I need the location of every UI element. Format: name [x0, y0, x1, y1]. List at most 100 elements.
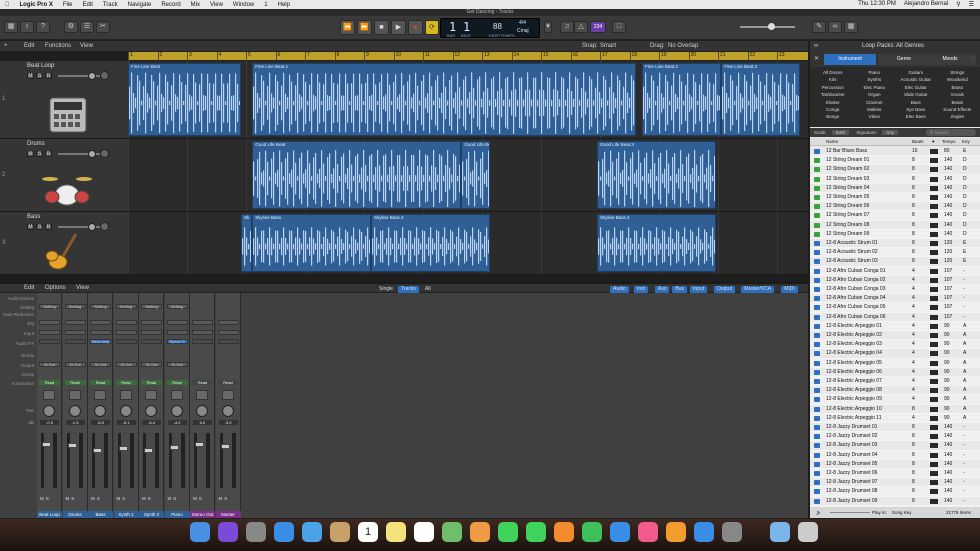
audio-fx-slot[interactable]	[192, 339, 213, 344]
keyword-button[interactable]: Brass	[937, 84, 979, 91]
solo-button[interactable]: S	[199, 496, 202, 501]
replace-icon[interactable]: □	[612, 21, 626, 33]
mute-button[interactable]: M	[27, 224, 34, 230]
volume-fader[interactable]	[194, 433, 204, 488]
loop-row[interactable]: 12-8 Electric Arpeggio 05 4 90 A	[810, 358, 980, 368]
volume-readout[interactable]: -0.5	[40, 420, 59, 425]
pan-knob[interactable]	[94, 405, 106, 417]
menu-view[interactable]: View	[205, 2, 228, 8]
automation-mode[interactable]: Read	[64, 380, 86, 385]
mute-button[interactable]: M	[193, 496, 197, 501]
setting-button[interactable]: Setting	[39, 304, 60, 309]
loop-row[interactable]: 12-8 Electric Arpeggio 08 4 90 A	[810, 386, 980, 396]
loop-browser-icon[interactable]: ∞	[828, 21, 842, 33]
audio-fx-slot[interactable]: Space D	[166, 339, 188, 344]
loop-row[interactable]: 12 String Dream 06 8 140 D	[810, 202, 980, 212]
loop-row[interactable]: 12-8 Jazzy Drumset 09 8 140 -	[810, 497, 980, 506]
photos-icon[interactable]	[470, 522, 490, 542]
menu-edit[interactable]: Edit	[78, 2, 98, 8]
track-name[interactable]: Beat Loop	[27, 63, 54, 69]
loop-row[interactable]: 12-8 Acoustic Strum 03 8 120 E	[810, 257, 980, 267]
mixer-icon[interactable]: ☰	[80, 21, 94, 33]
favorite-checkbox[interactable]	[930, 213, 938, 219]
fader-cap[interactable]	[169, 444, 179, 450]
keyword-button[interactable]: Vocals	[937, 91, 979, 98]
mixer-tracks-button[interactable]: Tracks	[398, 286, 419, 293]
system-preferences-icon[interactable]	[722, 522, 742, 542]
keyword-button[interactable]: Sound Effects	[937, 106, 979, 113]
keyword-button[interactable]: Clavinet	[854, 99, 896, 106]
mixer-filter-input[interactable]: Input	[690, 286, 708, 293]
loop-row[interactable]: 12-8 Acoustic Strum 01 8 120 E	[810, 239, 980, 249]
solo-button[interactable]: S	[122, 496, 125, 501]
col-beats[interactable]: Beats	[912, 138, 924, 146]
app-store-icon[interactable]	[694, 522, 714, 542]
favorite-checkbox[interactable]	[930, 259, 938, 265]
pan-knob[interactable]	[119, 405, 132, 417]
timeline-ruler[interactable]: 1 2 3 4 5 6 7 8 9 10 11 12 13 14 15 16 17 18 19 20 21 22 23	[128, 52, 808, 61]
channel-name[interactable]: Piano	[164, 511, 190, 518]
track-name[interactable]: Drums	[27, 141, 45, 147]
fader-cap[interactable]	[118, 445, 128, 451]
channel-name[interactable]: Bass	[88, 511, 113, 518]
volume-fader[interactable]	[143, 433, 153, 488]
keyword-button[interactable]: Percussion	[812, 84, 854, 91]
keyword-button[interactable]: Kits	[812, 76, 854, 83]
audio-region[interactable]: Fine Line Beat	[128, 63, 241, 136]
loop-row[interactable]: 12-8 Electric Arpeggio 01 4 90 A	[810, 321, 980, 331]
favorite-checkbox[interactable]	[930, 296, 938, 302]
tab-genre[interactable]: Genre	[878, 54, 930, 65]
master-volume-knob[interactable]	[768, 23, 775, 30]
setting-button[interactable]: Setting	[115, 304, 137, 309]
loop-row[interactable]: 12-8 Electric Arpeggio 07 4 90 A	[810, 377, 980, 387]
track-volume-knob[interactable]	[88, 72, 96, 80]
favorite-checkbox[interactable]	[930, 323, 938, 329]
keyword-button[interactable]: Bongo	[812, 113, 854, 120]
solo-button[interactable]: S	[71, 496, 74, 501]
solo-button[interactable]: S	[97, 496, 100, 501]
contacts-icon[interactable]	[330, 522, 350, 542]
loop-row[interactable]: 12 String Dream 08 8 140 D	[810, 221, 980, 230]
track-lane[interactable]: Sk Skyline Bass Skyline Bass.3 Skyline Bass…	[128, 212, 808, 275]
keyword-button[interactable]: Vibes	[854, 113, 896, 120]
volume-readout[interactable]: -1.5	[65, 420, 85, 425]
lcd-display[interactable]: 1 1 BAR BEAT 88 KEEP TEMPO 4/4 Cmaj	[440, 18, 540, 38]
setting-button[interactable]: Setting	[90, 304, 111, 309]
menu-navigate[interactable]: Navigate	[123, 2, 157, 8]
keyword-button[interactable]: Strings	[937, 69, 979, 76]
automation-mode[interactable]: Read	[192, 380, 213, 385]
audio-region[interactable]: Skyline Bass.3	[370, 214, 490, 272]
info-icon[interactable]: i	[20, 21, 34, 33]
cycle-button[interactable]: ⟳	[425, 20, 439, 35]
favorite-checkbox[interactable]	[930, 222, 938, 228]
track-volume-knob[interactable]	[88, 150, 96, 158]
loop-row[interactable]: 12-8 Electric Arpeggio 06 4 90 A	[810, 368, 980, 377]
volume-readout[interactable]: -5.1	[116, 420, 136, 425]
loop-row[interactable]: 12-8 Afro Cuban Conga 05 4 107 -	[810, 303, 980, 313]
track-pan-knob[interactable]	[100, 222, 109, 231]
col-name[interactable]: Name	[826, 138, 838, 146]
eq-thumbnail[interactable]	[64, 320, 86, 325]
favorite-checkbox[interactable]	[930, 434, 938, 440]
loop-row[interactable]: 12-8 Jazzy Drumset 04 8 140 -	[810, 450, 980, 460]
favorite-checkbox[interactable]	[930, 388, 938, 394]
favorite-checkbox[interactable]	[930, 287, 938, 292]
loop-row[interactable]: 12 String Dream 03 8 140 D	[810, 174, 980, 184]
play-button[interactable]: ▶	[391, 20, 406, 35]
keyword-button[interactable]: Shaker	[812, 99, 854, 106]
favorite-checkbox[interactable]	[930, 369, 938, 375]
favorite-checkbox[interactable]	[930, 204, 938, 210]
favorite-checkbox[interactable]	[930, 471, 938, 476]
solo-button[interactable]: S	[36, 151, 43, 157]
channel-name[interactable]: Master	[215, 511, 241, 518]
preview-volume-slider[interactable]	[830, 512, 870, 513]
track-pan-knob[interactable]	[100, 149, 109, 158]
mixer-filter-output[interactable]: Output	[714, 286, 736, 293]
keyword-button[interactable]: All Drums	[812, 69, 854, 76]
input-slot[interactable]	[217, 330, 239, 335]
favorite-checkbox[interactable]	[930, 167, 938, 173]
eq-thumbnail[interactable]	[115, 320, 137, 325]
loop-packs-select[interactable]: All Genres	[896, 43, 924, 49]
loop-row[interactable]: 12-8 Jazzy Drumset 05 8 140 -	[810, 460, 980, 469]
loop-row[interactable]: 12 String Dream 05 8 140 D	[810, 193, 980, 203]
